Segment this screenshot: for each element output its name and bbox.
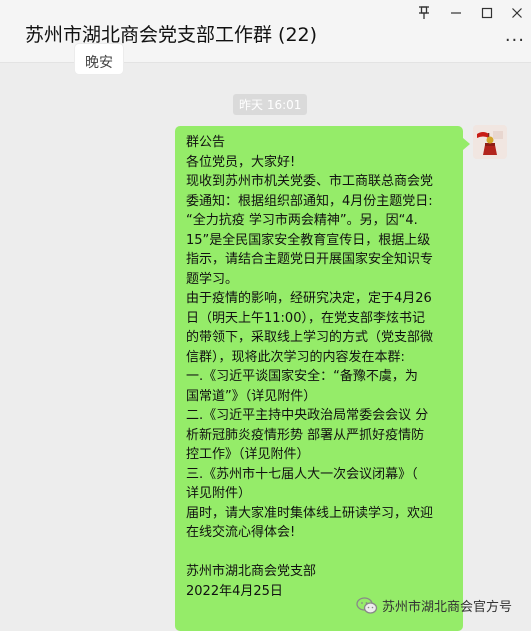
message-line: 苏州市湖北商会党支部 (186, 564, 317, 579)
message-line: 题学习。 (186, 271, 239, 287)
message-line: 15”是全民国家安全教育宣传日，根据上级 (186, 232, 431, 248)
message-line: 二.《习近平主持中央政治局常委会会议 分 (186, 408, 429, 423)
message-line: 信群），现将此次学习的内容发在本群: (186, 349, 405, 365)
message-line: 在线交流心得体会! (186, 525, 296, 540)
message-line: 详见附件） (186, 486, 252, 501)
pin-button[interactable] (410, 2, 438, 24)
more-options-button[interactable]: ··· (505, 30, 525, 51)
message-line: 现收到苏州市机关党委、市工商联总商会党 (186, 174, 434, 189)
bubble-tail (463, 138, 470, 150)
watermark-text: 苏州市湖北商会官方号 (382, 600, 513, 615)
wechat-icon (356, 596, 378, 614)
message-line: 日（明天上午11:00），在党支部李炫书记 (186, 310, 425, 326)
message-line: 三.《苏州市十七届人大一次会议闭幕》（ (186, 466, 418, 482)
message-line: 的带领下，采取线上学习的方式（党支部微 (186, 330, 434, 345)
minimize-icon (451, 12, 461, 14)
maximize-icon (481, 7, 493, 19)
message-line: 届时，请大家准时集体线上研读学习，欢迎 (186, 505, 434, 521)
message-line: 各位党员，大家好! (186, 154, 296, 170)
chat-title: 苏州市湖北商会党支部工作群 (22) (25, 24, 318, 46)
close-icon (512, 8, 522, 18)
announcement-message-text: 群公告各位党员，大家好! 现收到苏州市机关党委、市工商联总商会党 委通知：根据组织部… (186, 133, 458, 601)
message-line (186, 543, 458, 563)
message-line: 委通知：根据组织部通知，4月份主题党日: (186, 193, 433, 209)
message-line: 一.《习近平谈国家安全：“备豫不虞，为 (186, 369, 418, 384)
previous-message-bubble[interactable]: 晚安 (75, 44, 123, 74)
maximize-button[interactable] (473, 2, 501, 24)
chat-window: 苏州市湖北商会党支部工作群 (22) ··· 晚安 昨天 16:01 群公告 各… (0, 0, 531, 631)
previous-message-text: 晚安 (85, 55, 113, 71)
account-watermark: 苏州市湖北商会官方号 (356, 596, 512, 615)
party-emblem-avatar-icon (473, 125, 507, 159)
pin-icon (419, 6, 429, 19)
close-button[interactable] (503, 2, 531, 24)
minimize-button[interactable] (442, 2, 470, 24)
message-line: 指示，请结合主题党日开展国家安全知识专 (186, 252, 434, 267)
message-line: 析新冠肺炎疫情形势 部署从严抓好疫情防 (186, 427, 425, 443)
message-line: 国常道”》（详见附件） (186, 388, 317, 404)
message-line: 群公告 (186, 135, 226, 150)
message-line: “全力抗疫 学习市两会精神”。另，因“4. (186, 213, 418, 228)
message-timestamp: 昨天 16:01 (233, 94, 308, 115)
sender-avatar[interactable] (473, 125, 507, 159)
message-line: 由于疫情的影响，经研究决定，定于4月26 (186, 291, 432, 306)
message-line: 控工作》（详见附件） (186, 447, 310, 462)
